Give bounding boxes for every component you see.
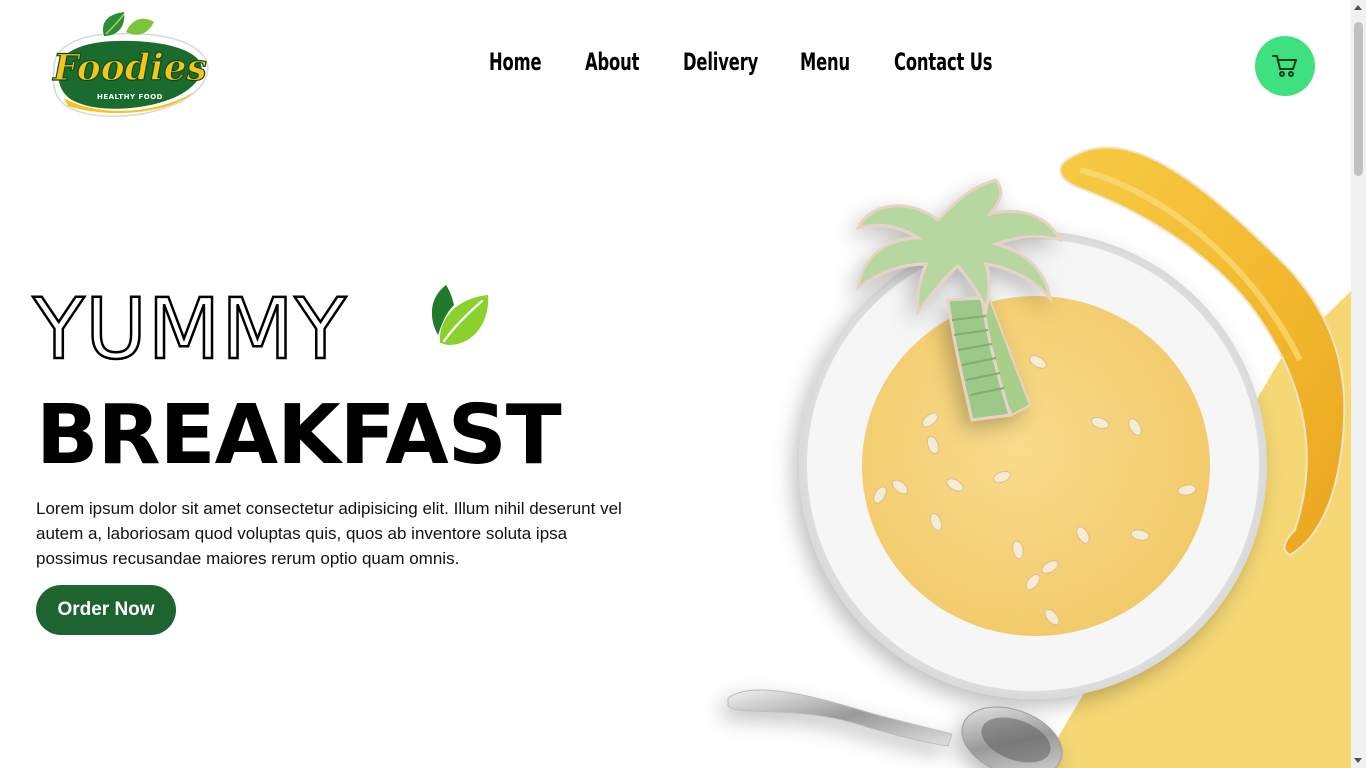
hero-title-solid: BREAKFAST xyxy=(36,388,562,483)
cart-icon xyxy=(1272,55,1297,77)
scrollbar[interactable] xyxy=(1351,0,1366,768)
foodies-logo[interactable]: Foodies HEALTHY FOOD xyxy=(44,8,216,122)
cart-button[interactable] xyxy=(1255,36,1315,96)
hero-title-outline: YUMMY xyxy=(32,280,348,378)
nav-menu[interactable]: Menu xyxy=(800,48,864,76)
nav-delivery[interactable]: Delivery xyxy=(683,48,763,76)
scroll-down-arrow-icon[interactable] xyxy=(1354,758,1362,763)
main-nav: Home About Delivery Menu Contact Us xyxy=(489,48,1014,76)
nav-home[interactable]: Home xyxy=(489,48,554,76)
scrollbar-thumb[interactable] xyxy=(1354,22,1363,176)
scroll-up-arrow-icon[interactable] xyxy=(1354,5,1362,10)
hero-description: Lorem ipsum dolor sit amet consectetur a… xyxy=(36,499,622,568)
leaf-icon xyxy=(431,285,489,345)
logo-wordmark: Foodies xyxy=(52,47,207,89)
logo-tagline: HEALTHY FOOD xyxy=(97,93,163,101)
order-now-button[interactable]: Order Now xyxy=(36,585,176,635)
nav-about[interactable]: About xyxy=(585,48,652,76)
nav-contact-us[interactable]: Contact Us xyxy=(894,48,993,76)
hero-food-image xyxy=(727,146,1352,768)
page: Foodies HEALTHY FOOD Home About Delivery… xyxy=(0,0,1366,768)
